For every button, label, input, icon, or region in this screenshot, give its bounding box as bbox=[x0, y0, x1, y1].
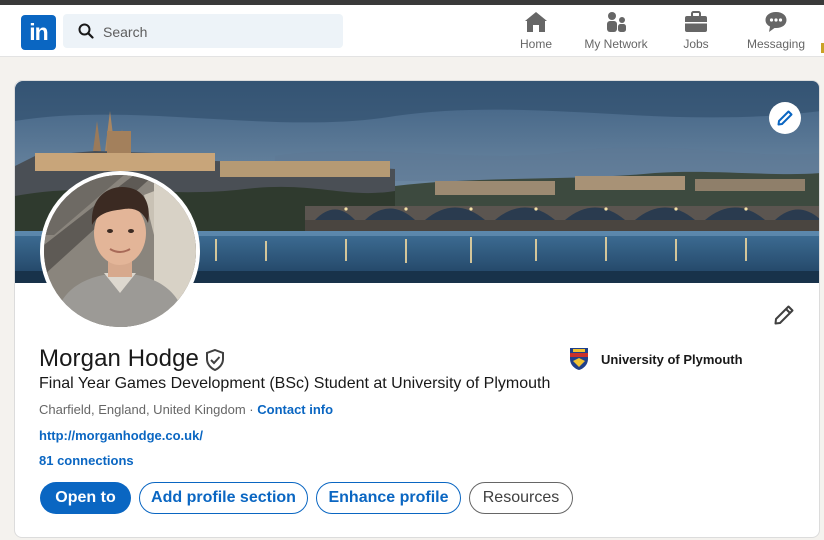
nav-network-label: My Network bbox=[584, 37, 648, 51]
messaging-icon bbox=[765, 12, 787, 32]
pencil-icon bbox=[777, 110, 793, 126]
location-row: Charfield, England, United Kingdom · Con… bbox=[39, 402, 333, 417]
global-nav: in Search Home My Network Jobs Messaging bbox=[0, 5, 824, 57]
add-profile-section-button[interactable]: Add profile section bbox=[139, 482, 308, 514]
search-icon bbox=[78, 23, 94, 39]
search-bar[interactable]: Search bbox=[63, 14, 343, 48]
nav-jobs-label: Jobs bbox=[683, 37, 709, 51]
profile-name: Morgan Hodge bbox=[39, 345, 199, 372]
nav-messaging[interactable]: Messaging bbox=[742, 11, 810, 57]
edit-banner-button[interactable] bbox=[769, 102, 801, 134]
connections-link[interactable]: 81 connections bbox=[39, 453, 134, 468]
network-icon bbox=[607, 12, 626, 32]
open-to-button[interactable]: Open to bbox=[40, 482, 131, 514]
nav-jobs[interactable]: Jobs bbox=[676, 11, 716, 57]
enhance-profile-button[interactable]: Enhance profile bbox=[316, 482, 461, 514]
briefcase-icon bbox=[685, 11, 707, 32]
website-link[interactable]: http://morganhodge.co.uk/ bbox=[39, 428, 203, 443]
contact-info-link[interactable]: Contact info bbox=[257, 402, 333, 417]
avatar-photo bbox=[44, 175, 196, 327]
nav-home-label: Home bbox=[519, 37, 552, 51]
resources-button[interactable]: Resources bbox=[469, 482, 573, 514]
nav-home[interactable]: Home bbox=[512, 11, 560, 57]
nav-messaging-label: Messaging bbox=[746, 37, 806, 51]
profile-headline: Final Year Games Development (BSc) Stude… bbox=[39, 375, 551, 392]
education-entry[interactable]: University of Plymouth bbox=[569, 347, 743, 371]
nav-my-network[interactable]: My Network bbox=[580, 11, 652, 57]
location-separator: · bbox=[245, 402, 258, 417]
search-input[interactable]: Search bbox=[103, 24, 147, 40]
profile-location: Charfield, England, United Kingdom bbox=[39, 402, 246, 417]
university-crest-icon bbox=[570, 348, 588, 370]
verified-shield-icon[interactable] bbox=[205, 349, 225, 371]
school-name: University of Plymouth bbox=[601, 351, 743, 367]
linkedin-logo[interactable]: in bbox=[21, 15, 56, 50]
name-row: Morgan Hodge bbox=[39, 345, 225, 373]
edit-intro-pencil-icon[interactable] bbox=[773, 304, 795, 326]
profile-avatar[interactable] bbox=[40, 171, 200, 331]
profile-card: Morgan Hodge Final Year Games Developmen… bbox=[14, 80, 820, 538]
home-icon bbox=[525, 12, 547, 32]
